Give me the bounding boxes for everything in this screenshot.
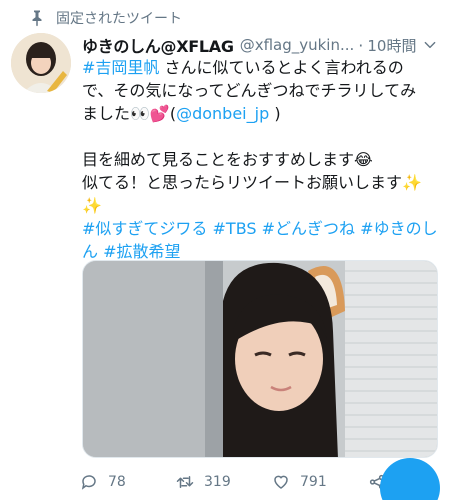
tweet-line-5: 似てる！と思ったらリツイートお願いします✨ (82, 173, 422, 192)
hashtag-link[interactable]: #ゆきのし (360, 219, 437, 238)
mention-link[interactable]: @donbei_jp (176, 104, 269, 123)
pin-icon (32, 10, 42, 27)
tweet-line-1: #吉岡里帆 さんに似ているとよく言われるの (82, 56, 444, 79)
tweet-media-photo[interactable] (82, 260, 438, 458)
retweet-count: 319 (204, 474, 231, 490)
retweet-icon (176, 476, 194, 488)
tweet-line-4: 目を細めて見ることをおすすめします😂 (82, 150, 373, 169)
retweet-button[interactable]: 319 (176, 473, 231, 491)
hashtag-link[interactable]: #TBS (213, 219, 257, 238)
hashtag-link[interactable]: ん (82, 242, 98, 261)
avatar-image (11, 33, 71, 93)
hashtag-line-1: #似すぎてジワる #TBS #どんぎつね #ゆきのし (82, 217, 444, 240)
hashtag-link[interactable]: #吉岡里帆 (82, 58, 159, 77)
photo (83, 261, 437, 457)
tweet-text-segment: ) (269, 104, 281, 123)
heart-icon (274, 475, 288, 489)
compose-tweet-button[interactable] (380, 458, 440, 500)
separator: · (358, 35, 364, 55)
reply-count: 78 (108, 474, 126, 490)
pinned-tweet-label: 固定されたツイート (32, 8, 182, 28)
tweet-text-segment: ました👀💕( (82, 104, 177, 123)
like-count: 791 (300, 474, 327, 490)
avatar[interactable] (11, 33, 71, 93)
tweet-line-2: で、その気になってどんぎつねでチラリしてみ (82, 81, 417, 100)
tweet-header: ゆきのしん@XFLAG @xflag_yukin... · 10時間 (82, 33, 437, 57)
chevron-down-icon[interactable] (423, 38, 437, 52)
pinned-text: 固定されたツイート (56, 11, 182, 27)
hashtag-link[interactable]: #どんぎつね (262, 219, 355, 238)
display-name[interactable]: ゆきのしん@XFLAG (82, 33, 234, 57)
tweet-text: #吉岡里帆 さんに似ているとよく言われるの で、その気になってどんぎつねでチラリ… (82, 56, 444, 263)
user-handle[interactable]: @xflag_yukin... (240, 36, 355, 54)
reply-button[interactable]: 78 (80, 473, 126, 491)
tweet-line-3: ました👀💕(@donbei_jp ) (82, 102, 444, 125)
timestamp[interactable]: 10時間 (367, 35, 416, 56)
tweet-text-segment: さんに似ているとよく言われるの (159, 58, 404, 77)
hashtag-link[interactable]: #拡散希望 (103, 242, 180, 261)
tweet-line-6: ✨ (82, 196, 102, 215)
like-button[interactable]: 791 (272, 473, 327, 491)
reply-icon (81, 475, 96, 490)
hashtag-link[interactable]: #似すぎてジワる (82, 219, 207, 238)
